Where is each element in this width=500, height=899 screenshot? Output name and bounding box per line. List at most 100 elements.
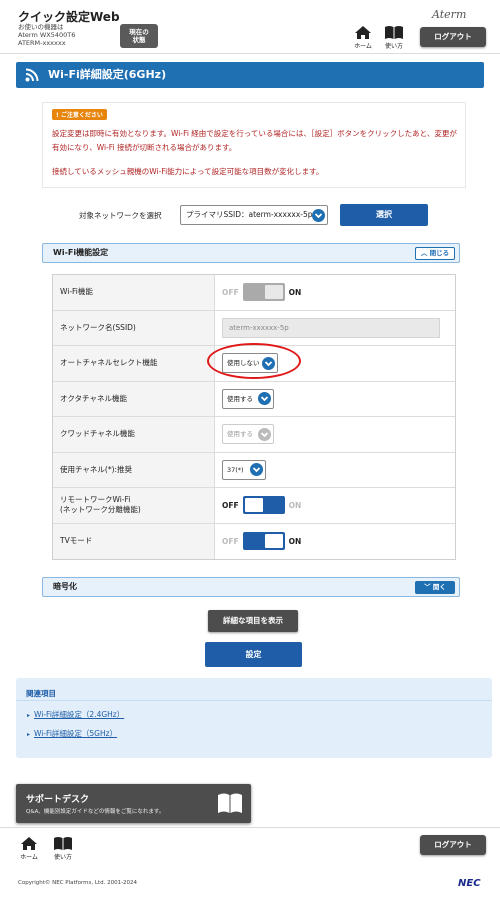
encryption-title: 暗号化	[53, 582, 77, 591]
footer-home-label: ホーム	[20, 854, 38, 861]
table-row: クワッドチャネル機能 使用する	[53, 417, 455, 453]
aterm-logo: Aterm	[432, 8, 467, 21]
expand-label: 開く	[432, 583, 446, 591]
ssid-field: aterm-xxxxxx-5p	[222, 317, 440, 338]
chevron-down-icon: ﹀	[424, 583, 431, 591]
chevron-up-icon: ︿	[420, 249, 428, 257]
octa-channel-value: 使用する	[227, 394, 253, 403]
nec-logo: NEC	[458, 878, 481, 889]
network-select[interactable]: プライマリSSID：aterm-xxxxxx-5p	[180, 205, 328, 225]
network-select-label: 対象ネットワークを選択	[79, 211, 162, 220]
row-label: オートチャネルセレクト機能	[53, 346, 215, 381]
toggle-off-label: OFF	[222, 287, 239, 297]
wifi-icon	[25, 68, 39, 82]
encryption-header[interactable]: 暗号化 ﹀ 開く	[42, 577, 460, 597]
row-label: クワッドチャネル機能	[53, 417, 215, 452]
footer-help-label: 使い方	[53, 854, 72, 861]
expand-button[interactable]: ﹀ 開く	[415, 581, 455, 594]
table-row: Wi-Fi機能 OFF ON	[53, 275, 455, 311]
row-label: ネットワーク名(SSID)	[53, 310, 215, 345]
related-link-2ghz[interactable]: Wi-Fi詳細設定（2.4GHz）	[27, 709, 124, 720]
toggle-off-label: OFF	[222, 500, 239, 510]
toggle-knob	[244, 498, 263, 513]
notice-text-1: 設定変更は即時に有効となります。Wi-Fi 経由で設定を行っている場合には、［設…	[52, 129, 457, 152]
home-nav[interactable]: ホーム	[350, 25, 376, 50]
related-divider	[16, 700, 492, 701]
chevron-down-icon	[250, 463, 263, 477]
device-id: ATERM-xxxxxx	[18, 39, 66, 47]
device-label: お使いの機器は	[18, 23, 64, 31]
quad-channel-value: 使用する	[227, 430, 253, 439]
toggle-switch	[242, 496, 285, 515]
row-label: リモートワークWi-Fi (ネットワーク分離機能)	[53, 488, 215, 523]
toggle-knob	[264, 285, 283, 300]
chevron-down-icon	[258, 392, 271, 406]
apply-button[interactable]: 設定	[205, 642, 302, 667]
channel-select[interactable]: 37(*)	[222, 459, 266, 480]
toggle-knob	[264, 534, 283, 549]
channel-value: 37(*)	[227, 465, 244, 474]
row-label: オクタチャネル機能	[53, 381, 215, 416]
quad-channel-select: 使用する	[222, 424, 274, 445]
home-icon	[355, 26, 371, 39]
toggle-on-label: ON	[288, 500, 302, 510]
footer-help-nav[interactable]: 使い方	[50, 836, 76, 861]
toggle-switch	[242, 283, 285, 302]
book-icon	[54, 837, 72, 850]
notice-text-2: 接続しているメッシュ親機のWi-Fi能力によって設定可能な項目数が変化します。	[52, 167, 324, 176]
table-row: TVモード OFF ON	[53, 523, 455, 559]
notice-badge-label: ご注意ください	[60, 112, 103, 119]
status-button[interactable]: 現在の状態	[120, 24, 158, 48]
copyright: Copyright© NEC Platforms, Ltd. 2001-2024	[18, 880, 138, 886]
select-network-button[interactable]: 選択	[340, 204, 428, 226]
show-details-button[interactable]: 詳細な項目を表示	[208, 610, 298, 632]
table-row: オクタチャネル機能 使用する	[53, 381, 455, 417]
table-row: ネットワーク名(SSID) aterm-xxxxxx-5p	[53, 310, 455, 346]
footer-logout-button[interactable]: ログアウト	[420, 835, 486, 855]
page-title-bar: Wi-Fi詳細設定(6GHz)	[16, 62, 484, 88]
chevron-down-icon	[258, 427, 271, 441]
status-button-label: 現在の状態	[129, 28, 149, 44]
remote-work-toggle[interactable]: OFF ON	[222, 496, 302, 515]
book-icon	[385, 26, 403, 39]
page-title: Wi-Fi詳細設定(6GHz)	[48, 68, 167, 81]
collapse-label: 閉じる	[429, 249, 450, 257]
chevron-down-icon	[312, 208, 325, 222]
support-title: サポートデスク	[26, 795, 90, 805]
toggle-on-label: ON	[288, 536, 302, 546]
device-model: Aterm WX5400T6	[18, 31, 76, 39]
network-select-value: プライマリSSID：aterm-xxxxxx-5p	[186, 210, 313, 219]
support-subtitle: Q&A、機能別設定ガイドなどの情報をご覧になれます。	[26, 809, 165, 815]
octa-channel-select[interactable]: 使用する	[222, 388, 274, 409]
footer-divider	[0, 827, 500, 828]
row-label: 使用チャネル(*):推奨	[53, 452, 215, 487]
wifi-function-toggle[interactable]: OFF ON	[222, 283, 302, 302]
related-link-5ghz[interactable]: Wi-Fi詳細設定（5GHz）	[27, 728, 117, 739]
wifi-settings-header[interactable]: Wi-Fi機能設定 ︿ 閉じる	[42, 243, 460, 263]
table-row: リモートワークWi-Fi (ネットワーク分離機能) OFF ON	[53, 488, 455, 524]
highlight-ellipse	[207, 343, 301, 379]
help-label: 使い方	[384, 43, 403, 50]
help-nav[interactable]: 使い方	[381, 25, 407, 50]
device-info: お使いの機器は Aterm WX5400T6 ATERM-xxxxxx	[18, 23, 75, 47]
home-label: ホーム	[354, 43, 372, 50]
footer-home-nav[interactable]: ホーム	[16, 836, 42, 861]
related-title: 関連項目	[26, 689, 56, 698]
home-icon	[21, 837, 37, 850]
notice-badge: ! ご注意ください	[52, 109, 107, 120]
toggle-on-label: ON	[288, 287, 302, 297]
wifi-settings-table: Wi-Fi機能 OFF ON ネットワーク名(SSID) aterm-xxxxx…	[52, 274, 456, 560]
wifi-settings-title: Wi-Fi機能設定	[53, 248, 109, 257]
tv-mode-toggle[interactable]: OFF ON	[222, 532, 302, 551]
collapse-button[interactable]: ︿ 閉じる	[415, 247, 455, 260]
book-icon	[218, 793, 242, 813]
toggle-off-label: OFF	[222, 536, 239, 546]
row-label: Wi-Fi機能	[53, 275, 215, 310]
logout-button[interactable]: ログアウト	[420, 27, 486, 47]
support-desk-banner[interactable]: サポートデスク Q&A、機能別設定ガイドなどの情報をご覧になれます。	[16, 784, 251, 823]
header-divider	[0, 53, 500, 54]
toggle-switch	[242, 532, 285, 551]
table-row: 使用チャネル(*):推奨 37(*)	[53, 452, 455, 488]
warning-icon: !	[56, 112, 59, 119]
row-label: TVモード	[53, 523, 215, 559]
